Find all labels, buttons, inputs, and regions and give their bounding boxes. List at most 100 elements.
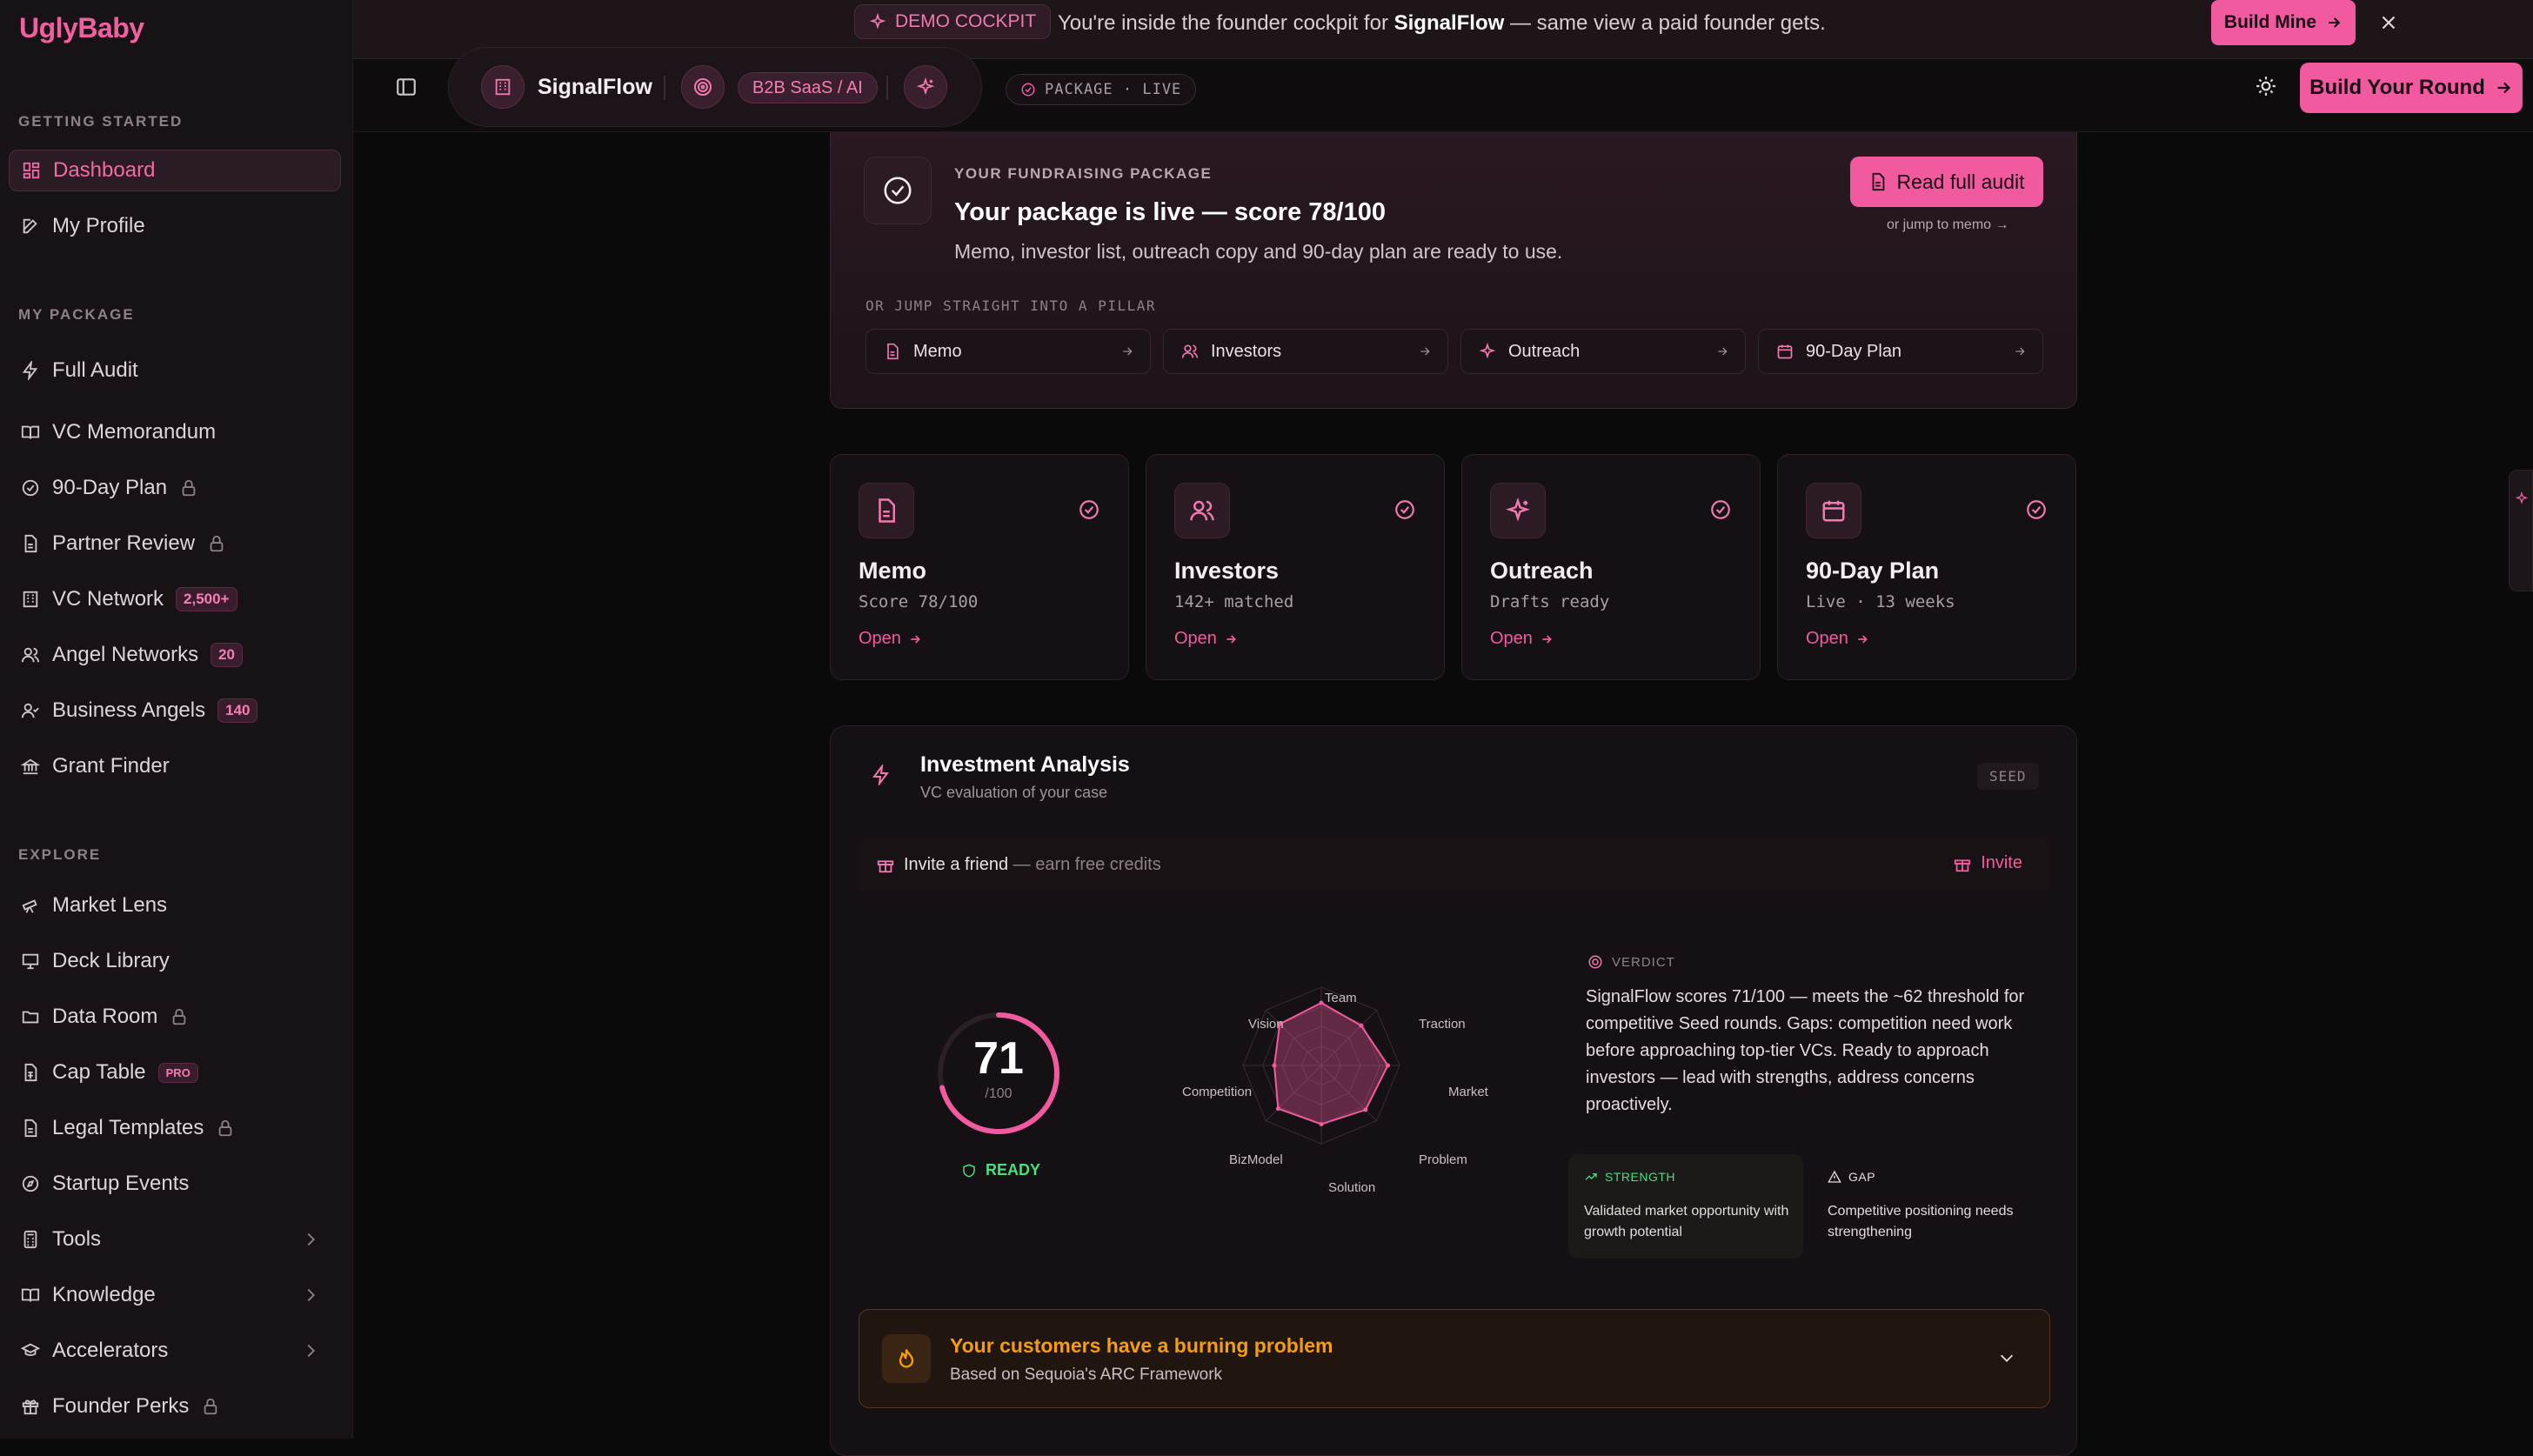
graduation-cap-icon xyxy=(21,1343,40,1356)
card-title: Investors xyxy=(1174,558,1280,584)
card-open-link[interactable]: Open xyxy=(1806,629,1869,649)
company-avatar[interactable] xyxy=(481,65,525,109)
company-name[interactable]: SignalFlow xyxy=(538,75,652,100)
score-value: 71 xyxy=(973,1033,1024,1084)
calendar-icon xyxy=(1777,344,1793,359)
card-open-link[interactable]: Open xyxy=(1174,629,1238,649)
demo-label: DEMO COCKPIT xyxy=(895,11,1037,31)
sidebar-item-grant-finder[interactable]: Grant Finder xyxy=(9,745,341,787)
sidebar-item-startup-events[interactable]: Startup Events xyxy=(9,1163,341,1205)
radar-label: Traction xyxy=(1419,1017,1466,1032)
section-explore: EXPLORE xyxy=(18,846,102,863)
sidebar-item-vc-network[interactable]: VC Network 2,500+ xyxy=(9,578,341,620)
side-tab[interactable] xyxy=(2509,470,2533,591)
sidebar-item-data-room[interactable]: Data Room xyxy=(9,996,341,1038)
sidebar-item-vc-memorandum[interactable]: VC Memorandum xyxy=(9,411,341,453)
analysis-title: Investment Analysis xyxy=(920,752,1130,777)
sidebar-label: Grant Finder xyxy=(52,754,170,778)
sparkle-icon xyxy=(2515,491,2529,504)
sidebar-label: Knowledge xyxy=(52,1283,156,1306)
sidebar-item-founder-perks[interactable]: Founder Perks xyxy=(9,1386,341,1427)
sidebar-item-market-lens[interactable]: Market Lens xyxy=(9,885,341,926)
divider xyxy=(886,76,888,100)
pillar-card-outreach[interactable]: Outreach Drafts ready Open xyxy=(1461,454,1761,680)
card-open-link[interactable]: Open xyxy=(859,629,922,649)
sidebar-item-accelerators[interactable]: Accelerators xyxy=(9,1330,341,1372)
ready-badge: READY xyxy=(961,1161,1040,1179)
sector-chip[interactable]: B2B SaaS / AI xyxy=(738,72,878,104)
read-full-audit-button[interactable]: Read full audit xyxy=(1850,157,2043,207)
sidebar-toggle-icon[interactable] xyxy=(395,76,418,98)
pillar-link-90-day-plan[interactable]: 90-Day Plan xyxy=(1758,329,2043,374)
telescope-icon xyxy=(22,899,37,913)
target-button[interactable] xyxy=(681,65,725,109)
arrow-right-icon xyxy=(911,634,920,644)
chevron-down-icon[interactable] xyxy=(1997,1348,2016,1367)
sidebar-label: Business Angels xyxy=(52,698,206,722)
sidebar-item-90-day-plan[interactable]: 90-Day Plan xyxy=(9,467,341,509)
sidebar-item-full-audit[interactable]: Full Audit xyxy=(9,350,341,391)
edit-icon xyxy=(23,218,37,234)
sidebar-label: VC Network xyxy=(52,587,164,611)
pillar-card-memo[interactable]: Memo Score 78/100 Open xyxy=(830,454,1129,680)
book-open-icon xyxy=(21,1288,40,1302)
dashboard-icon xyxy=(23,162,40,179)
sidebar-item-angel-networks[interactable]: Angel Networks 20 xyxy=(9,634,341,676)
jump-to-memo-link[interactable]: or jump to memo → xyxy=(1887,217,2008,233)
sun-icon[interactable] xyxy=(2255,75,2277,97)
build-mine-button[interactable]: Build Mine xyxy=(2211,0,2356,45)
arrow-right-icon xyxy=(2015,347,2025,356)
bolt-icon xyxy=(872,765,889,785)
invite-button[interactable]: Invite xyxy=(1953,853,2022,873)
app-logo[interactable]: UglyBaby xyxy=(19,12,144,44)
card-icon-box xyxy=(1490,483,1546,538)
document-icon xyxy=(24,1119,37,1138)
pillar-link-investors[interactable]: Investors xyxy=(1163,329,1448,374)
sidebar-item-cap-table[interactable]: Cap Table PRO xyxy=(9,1052,341,1093)
book-icon xyxy=(21,425,40,439)
pillar-link-outreach[interactable]: Outreach xyxy=(1460,329,1746,374)
pillar-label: Outreach xyxy=(1508,341,1581,361)
radar-label: Solution xyxy=(1328,1180,1376,1195)
card-icon-box xyxy=(1806,483,1861,538)
arrow-right-icon xyxy=(1718,347,1728,356)
card-icon-box xyxy=(859,483,914,538)
arrow-right-icon xyxy=(1542,634,1552,644)
burning-problem-panel[interactable]: Your customers have a burning problem Ba… xyxy=(859,1309,2050,1408)
trending-up-icon xyxy=(1585,1173,1597,1180)
card-open-link[interactable]: Open xyxy=(1490,629,1554,649)
check-circle-icon xyxy=(1079,500,1099,519)
sidebar-item-business-angels[interactable]: Business Angels 140 xyxy=(9,690,341,731)
sidebar-label: Market Lens xyxy=(52,893,168,917)
sidebar-item-tools[interactable]: Tools xyxy=(9,1219,341,1260)
sidebar-item-partner-review[interactable]: Partner Review xyxy=(9,523,341,564)
document-icon xyxy=(879,498,895,523)
sidebar-item-dashboard[interactable]: Dashboard xyxy=(9,150,341,191)
sidebar-item-deck-library[interactable]: Deck Library xyxy=(9,940,341,982)
build-mine-label: Build Mine xyxy=(2223,12,2317,32)
radar-point xyxy=(1319,1000,1324,1005)
build-your-round-button[interactable]: Build Your Round xyxy=(2300,63,2523,113)
arrow-right-icon xyxy=(2329,17,2341,28)
check-circle-icon xyxy=(22,479,39,497)
lock-icon xyxy=(173,1008,186,1025)
banner-text: You're inside the founder cockpit for Si… xyxy=(1058,11,1826,35)
alert-triangle-icon xyxy=(1828,1170,1841,1183)
divider xyxy=(664,76,665,100)
sidebar-item-legal-templates[interactable]: Legal Templates xyxy=(9,1107,341,1149)
package-icon-box xyxy=(864,157,932,224)
score-denominator: /100 xyxy=(985,1086,1013,1101)
chevron-right-icon xyxy=(307,1288,315,1302)
package-eyebrow: YOUR FUNDRAISING PACKAGE xyxy=(954,165,1213,182)
pillar-card-90-day-plan[interactable]: 90-Day Plan Live · 13 weeks Open xyxy=(1777,454,2076,680)
radar-series-area xyxy=(1273,1001,1389,1125)
burning-subtitle: Based on Sequoia's ARC Framework xyxy=(950,1366,1223,1384)
sidebar-item-my-profile[interactable]: My Profile xyxy=(9,205,341,247)
sparkle-button[interactable] xyxy=(904,65,947,109)
building-icon xyxy=(495,78,511,96)
pillar-card-investors[interactable]: Investors 142+ matched Open xyxy=(1146,454,1445,680)
pillar-link-memo[interactable]: Memo xyxy=(865,329,1151,374)
close-icon[interactable] xyxy=(2377,11,2400,34)
radar-label: Vision xyxy=(1248,1017,1284,1032)
sidebar-item-knowledge[interactable]: Knowledge xyxy=(9,1274,341,1316)
